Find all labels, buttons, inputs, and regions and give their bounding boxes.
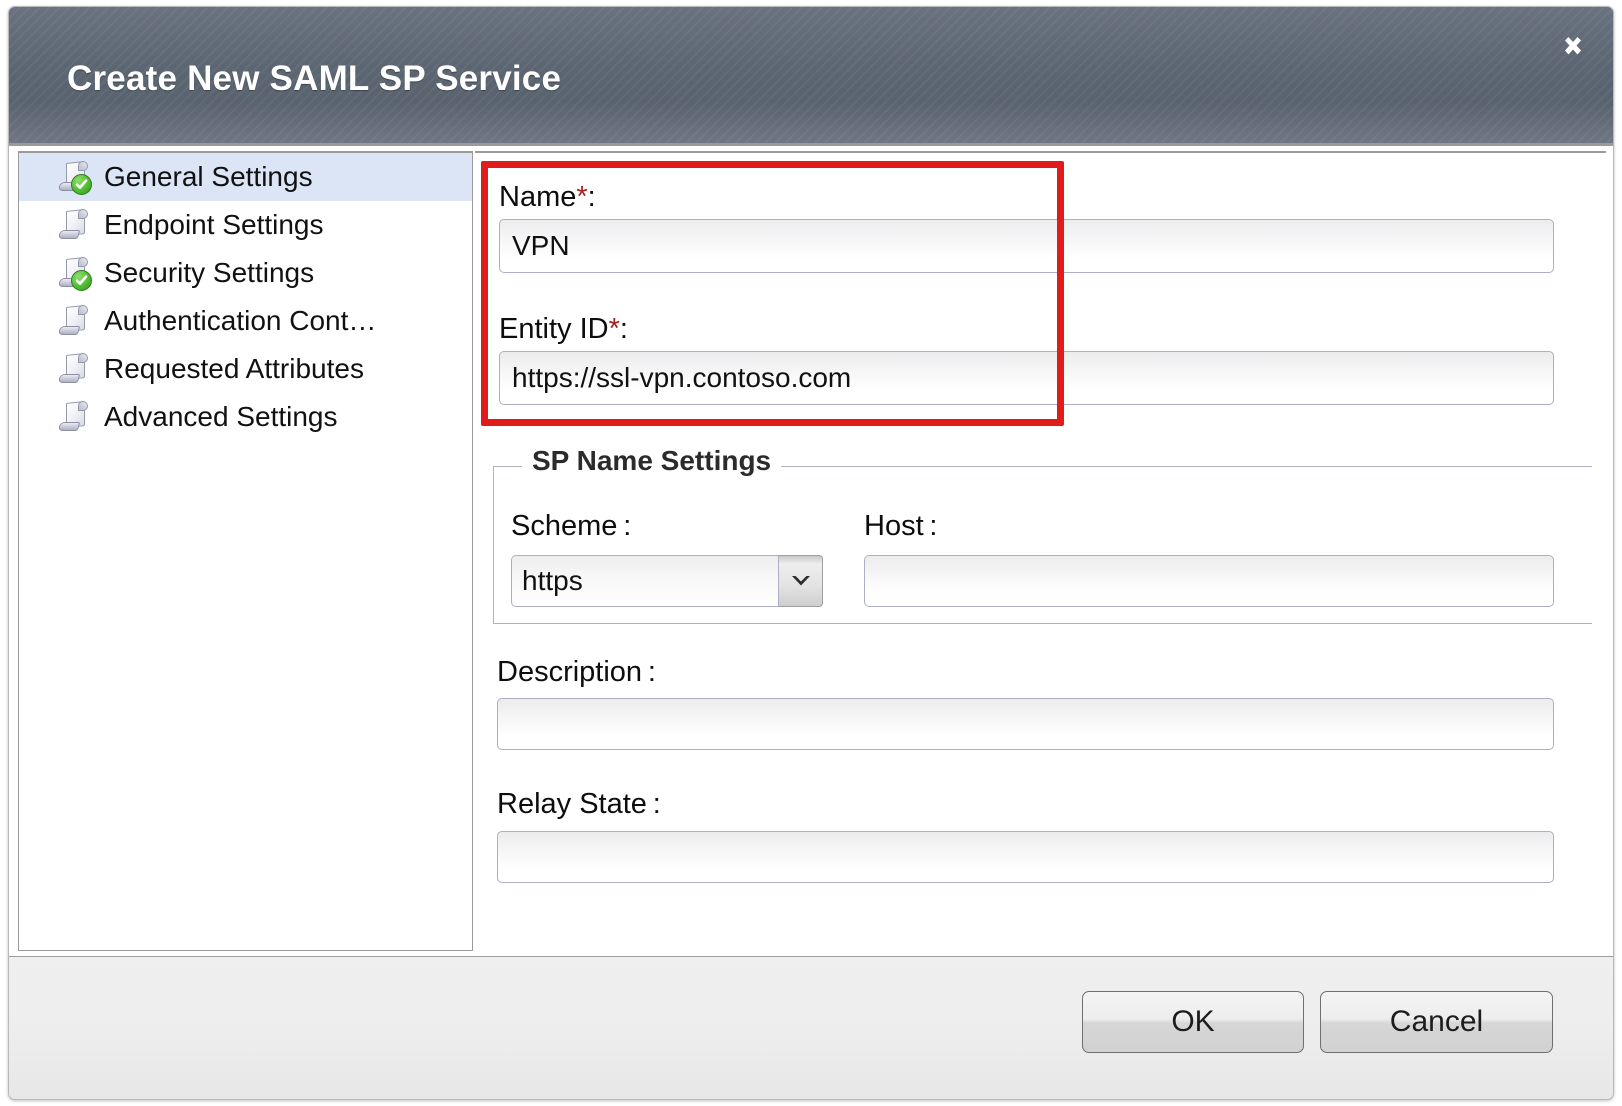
scheme-select[interactable]: https — [511, 555, 823, 607]
chevron-down-icon[interactable] — [779, 555, 823, 607]
name-input[interactable] — [499, 219, 1554, 273]
name-label-colon: : — [588, 181, 596, 213]
required-marker: * — [609, 313, 620, 345]
description-input[interactable] — [497, 698, 1554, 750]
scheme-selected-value[interactable]: https — [511, 555, 779, 607]
required-marker: * — [576, 181, 587, 213]
sp-name-settings-legend: SP Name Settings — [522, 445, 781, 477]
settings-nav-list: General Settings Endpoint Settings Secur… — [18, 151, 473, 951]
entity-id-input[interactable] — [499, 351, 1554, 405]
entity-id-label-text: Entity ID — [499, 313, 609, 345]
ok-button[interactable]: OK — [1082, 991, 1304, 1053]
general-settings-form: Name*: Entity ID*: SP Name Settings Sche… — [475, 151, 1606, 951]
relay-state-input[interactable] — [497, 831, 1554, 883]
page-icon — [57, 304, 91, 338]
dialog-titlebar: Create New SAML SP Service — [9, 7, 1614, 146]
sidebar-item-security-settings[interactable]: Security Settings — [19, 249, 472, 297]
scheme-label: Scheme : — [511, 510, 631, 543]
sidebar-item-advanced-settings[interactable]: Advanced Settings — [19, 393, 472, 441]
dialog-body: General Settings Endpoint Settings Secur… — [9, 146, 1614, 958]
sidebar-item-label: Advanced Settings — [104, 401, 338, 433]
sidebar-item-authentication-context[interactable]: Authentication Cont… — [19, 297, 472, 345]
close-icon[interactable] — [1555, 29, 1591, 65]
sidebar-item-label: Security Settings — [104, 257, 314, 289]
dialog-title: Create New SAML SP Service — [67, 59, 561, 99]
cancel-button[interactable]: Cancel — [1320, 991, 1553, 1053]
dialog-footer: OK Cancel — [9, 956, 1614, 1099]
sidebar-item-label: Endpoint Settings — [104, 209, 324, 241]
name-label: Name*: — [499, 181, 596, 214]
sidebar-item-requested-attributes[interactable]: Requested Attributes — [19, 345, 472, 393]
page-icon — [57, 400, 91, 434]
create-saml-sp-service-dialog: Create New SAML SP Service General Setti… — [8, 6, 1614, 1100]
host-input[interactable] — [864, 555, 1554, 607]
relay-state-label: Relay State : — [497, 788, 661, 821]
page-check-icon — [57, 160, 91, 194]
entity-id-label-colon: : — [620, 313, 628, 345]
sidebar-item-label: Requested Attributes — [104, 353, 364, 385]
sidebar-item-endpoint-settings[interactable]: Endpoint Settings — [19, 201, 472, 249]
name-label-text: Name — [499, 181, 576, 213]
entity-id-label: Entity ID*: — [499, 313, 628, 346]
page-icon — [57, 352, 91, 386]
sidebar-item-label: Authentication Cont… — [104, 305, 376, 337]
fieldset-bottom-rule — [493, 623, 1592, 624]
sidebar-item-label: General Settings — [104, 161, 313, 193]
host-label: Host : — [864, 510, 938, 543]
page-check-icon — [57, 256, 91, 290]
description-label: Description : — [497, 656, 656, 689]
sidebar-item-general-settings[interactable]: General Settings — [19, 153, 472, 201]
page-icon — [57, 208, 91, 242]
